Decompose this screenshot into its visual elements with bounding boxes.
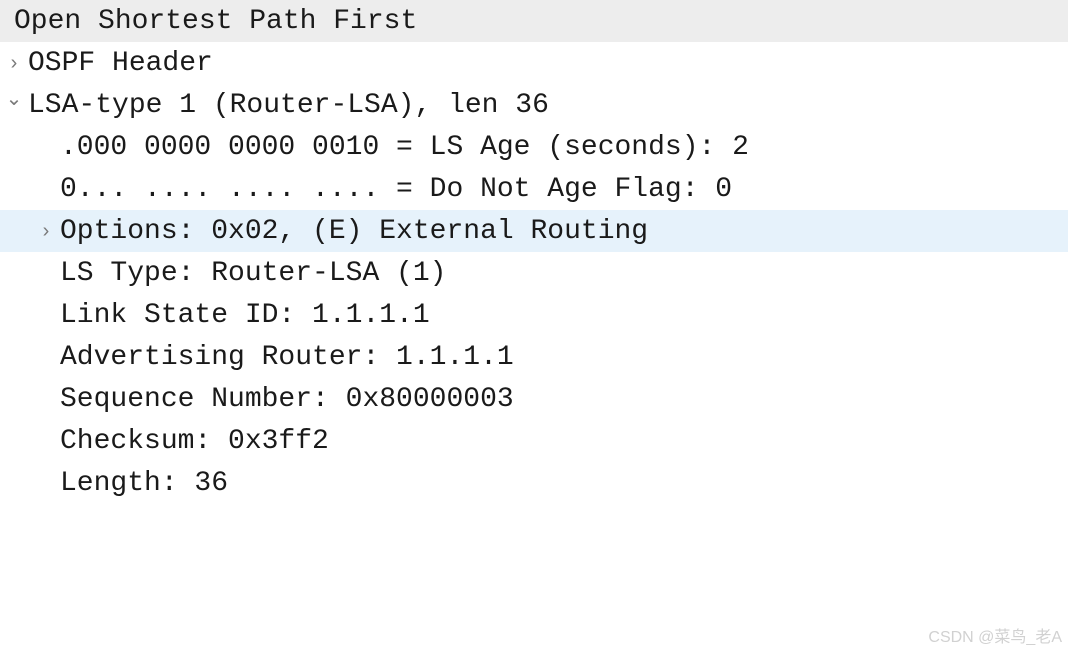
protocol-title-text: Open Shortest Path First [14, 6, 417, 37]
protocol-title: Open Shortest Path First [0, 0, 1068, 42]
tree-row-length[interactable]: Length: 36 [0, 462, 1068, 504]
ls-type-label: LS Type: Router-LSA (1) [60, 258, 446, 289]
chevron-down-icon[interactable] [0, 95, 28, 115]
ospf-header-label: OSPF Header [28, 48, 213, 79]
tree-row-link-state-id[interactable]: Link State ID: 1.1.1.1 [0, 294, 1068, 336]
link-state-id-label: Link State ID: 1.1.1.1 [60, 300, 430, 331]
options-label: Options: 0x02, (E) External Routing [60, 216, 648, 247]
sequence-number-label: Sequence Number: 0x80000003 [60, 384, 514, 415]
watermark: CSDN @菜鸟_老A [928, 623, 1062, 647]
do-not-age-label: 0... .... .... .... = Do Not Age Flag: 0 [60, 174, 732, 205]
length-label: Length: 36 [60, 468, 228, 499]
tree-row-checksum[interactable]: Checksum: 0x3ff2 [0, 420, 1068, 462]
chevron-right-icon[interactable] [0, 53, 28, 73]
tree-row-do-not-age[interactable]: 0... .... .... .... = Do Not Age Flag: 0 [0, 168, 1068, 210]
chevron-right-icon[interactable] [32, 221, 60, 241]
tree-row-options[interactable]: Options: 0x02, (E) External Routing [0, 210, 1068, 252]
tree-row-ls-age[interactable]: .000 0000 0000 0010 = LS Age (seconds): … [0, 126, 1068, 168]
tree-row-advertising-router[interactable]: Advertising Router: 1.1.1.1 [0, 336, 1068, 378]
tree-row-sequence-number[interactable]: Sequence Number: 0x80000003 [0, 378, 1068, 420]
watermark-text: CSDN @菜鸟_老A [928, 629, 1062, 646]
advertising-router-label: Advertising Router: 1.1.1.1 [60, 342, 514, 373]
tree-row-lsa-type[interactable]: LSA-type 1 (Router-LSA), len 36 [0, 84, 1068, 126]
tree-row-ospf-header[interactable]: OSPF Header [0, 42, 1068, 84]
checksum-label: Checksum: 0x3ff2 [60, 426, 329, 457]
tree-row-ls-type[interactable]: LS Type: Router-LSA (1) [0, 252, 1068, 294]
ls-age-label: .000 0000 0000 0010 = LS Age (seconds): … [60, 132, 749, 163]
lsa-type-label: LSA-type 1 (Router-LSA), len 36 [28, 90, 549, 121]
